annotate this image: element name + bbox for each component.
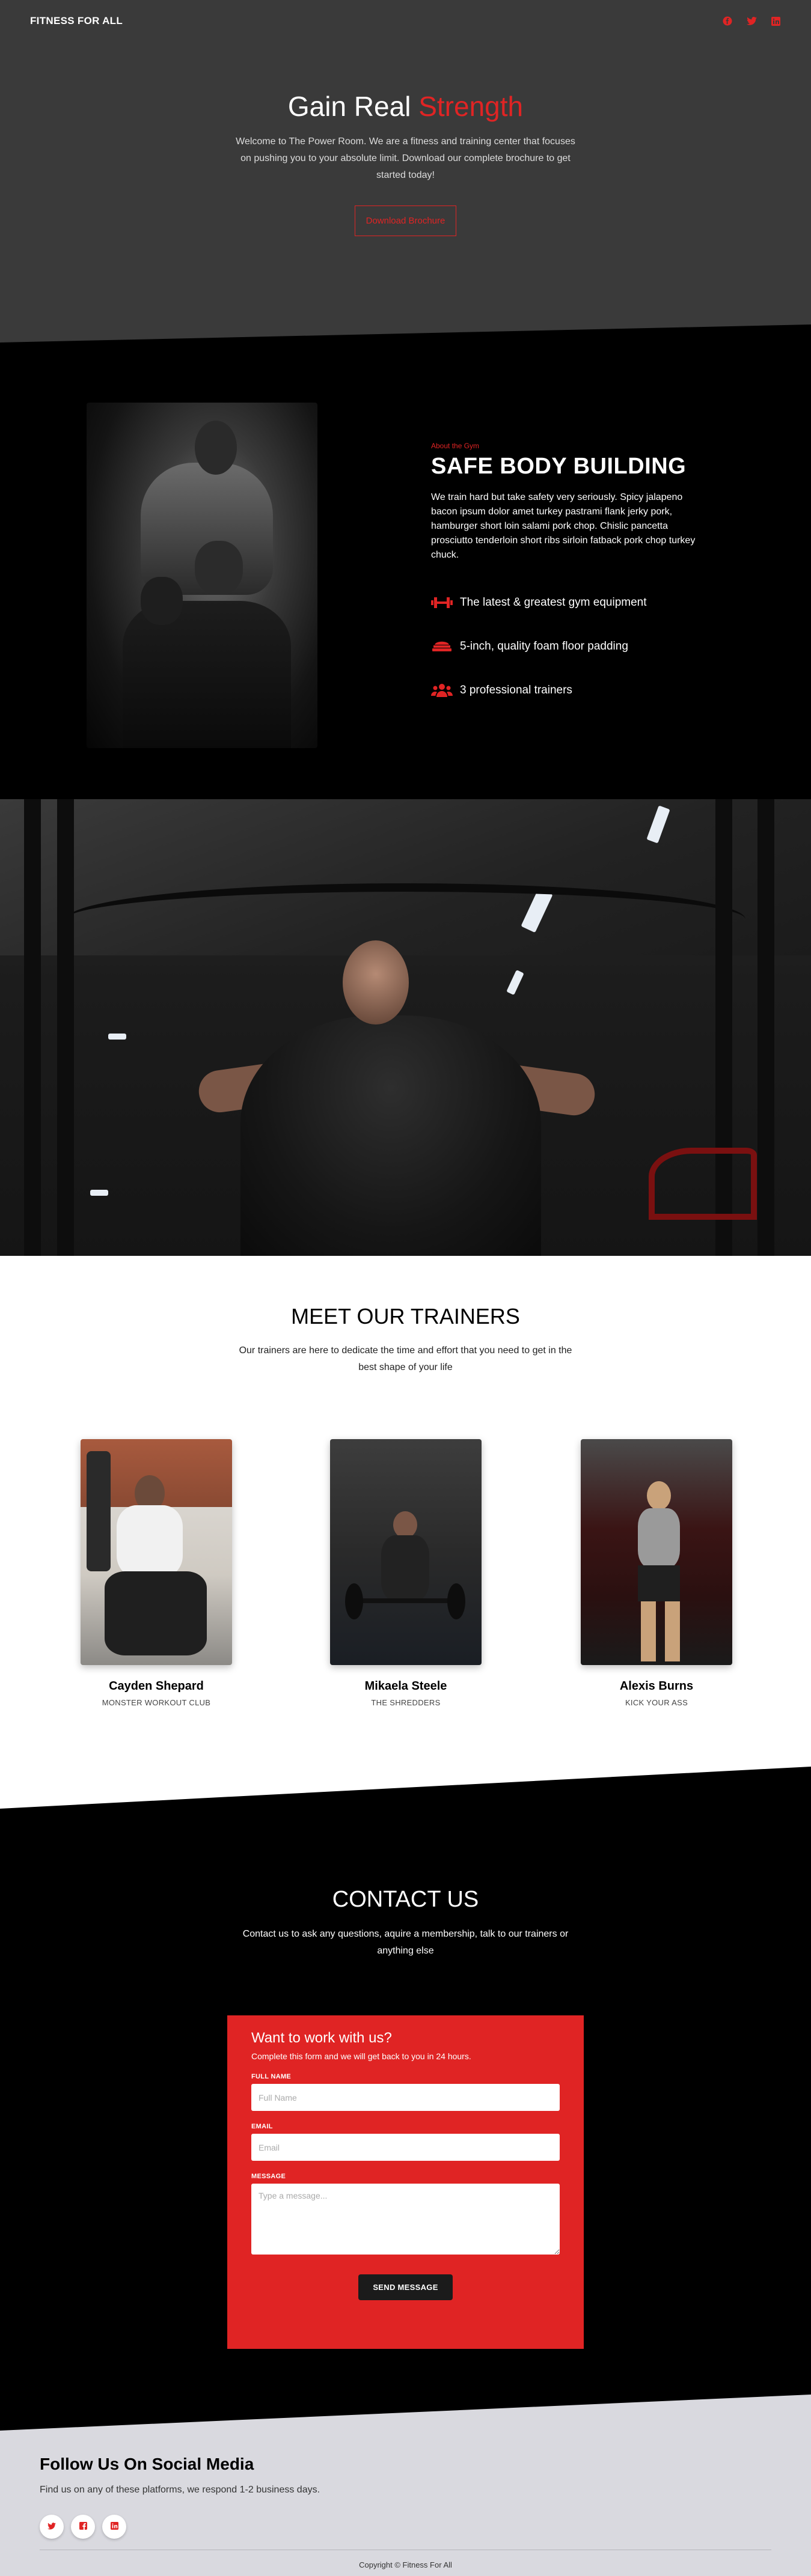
trainer-name: Mikaela Steele (364, 1679, 447, 1693)
trainer-name: Alexis Burns (619, 1679, 694, 1693)
hero-title: Gain Real Strength (0, 90, 811, 123)
trainer-photo (81, 1439, 232, 1665)
full-name-label: FULL NAME (251, 2073, 292, 2080)
boxer-photo (87, 403, 317, 748)
linkedin-icon (110, 2522, 118, 2532)
trainer-card[interactable]: Cayden Shepard MONSTER WORKOUT CLUB (81, 1439, 232, 1707)
hero-title-accent: Strength (418, 91, 524, 122)
email-input[interactable] (251, 2134, 560, 2161)
trainer-team: MONSTER WORKOUT CLUB (102, 1698, 211, 1707)
contact-section: CONTACT US Contact us to ask any questio… (0, 1827, 811, 2431)
form-subtitle: Complete this form and we will get back … (251, 2051, 471, 2061)
footer-twitter-button[interactable] (40, 2515, 64, 2539)
trainer-team: THE SHREDDERS (371, 1698, 441, 1707)
feature-item: 3 professional trainers (431, 668, 702, 712)
trainers-section: MEET OUR TRAINERS Our trainers are here … (0, 1256, 811, 1827)
users-icon (431, 683, 453, 698)
download-brochure-button[interactable]: Download Brochure (354, 206, 457, 236)
about-eyebrow: About the Gym (431, 442, 480, 450)
footer-linkedin-button[interactable] (102, 2515, 126, 2539)
hero-section: FITNESS FOR ALL Gain Real Strength Welco… (0, 0, 811, 361)
footer-facebook-button[interactable] (71, 2515, 95, 2539)
contact-slant-divider (0, 2395, 811, 2431)
form-title: Want to work with us? (251, 2030, 392, 2046)
facebook-icon[interactable] (722, 16, 733, 26)
copyright-text: Copyright © Fitness For All (359, 2560, 452, 2569)
brand-logo[interactable]: FITNESS FOR ALL (30, 15, 123, 27)
dumbbell-icon (431, 595, 453, 611)
feature-label: 5-inch, quality foam floor padding (460, 639, 628, 653)
trainer-card[interactable]: Alexis Burns KICK YOUR ASS (581, 1439, 732, 1707)
feature-item: The latest & greatest gym equipment (431, 580, 702, 624)
about-title: SAFE BODY BUILDING (431, 454, 687, 479)
footer-title: Follow Us On Social Media (40, 2455, 254, 2473)
feature-item: 5-inch, quality foam floor padding (431, 624, 702, 668)
footer: Follow Us On Social Media Find us on any… (0, 2431, 811, 2576)
email-label: EMAIL (251, 2123, 273, 2130)
twitter-icon[interactable] (746, 16, 757, 26)
trainers-slant-divider (0, 1767, 811, 1827)
about-description: We train hard but take safety very serio… (431, 492, 696, 560)
feature-label: 3 professional trainers (460, 683, 572, 696)
nav-social-icons (722, 16, 781, 26)
contact-title: CONTACT US (332, 1887, 479, 1912)
trainers-title: MEET OUR TRAINERS (291, 1304, 520, 1329)
trainer-team: KICK YOUR ASS (625, 1698, 688, 1707)
hero-title-main: Gain Real (287, 91, 411, 122)
hero-description: Welcome to The Power Room. We are a fitn… (236, 136, 575, 180)
trainer-photo (330, 1439, 482, 1665)
message-label: MESSAGE (251, 2173, 286, 2180)
twitter-icon (47, 2522, 56, 2532)
contact-subtitle: Contact us to ask any questions, aquire … (242, 1929, 569, 1956)
footer-social-links (40, 2515, 126, 2539)
about-text-block: About the Gym SAFE BODY BUILDING We trai… (431, 442, 702, 712)
trainer-photo (581, 1439, 732, 1665)
trainer-name: Cayden Shepard (109, 1679, 204, 1693)
feature-label: The latest & greatest gym equipment (460, 595, 647, 609)
linkedin-icon[interactable] (770, 16, 781, 26)
contact-form: Want to work with us? Complete this form… (227, 2015, 584, 2349)
gym-banner-photo (0, 799, 811, 1256)
footer-subtitle: Find us on any of these platforms, we re… (40, 2485, 320, 2495)
trainers-subtitle: Our trainers are here to dedicate the ti… (239, 1345, 572, 1372)
full-name-input[interactable] (251, 2084, 560, 2111)
about-section: About the Gym SAFE BODY BUILDING We trai… (0, 361, 811, 799)
facebook-icon (79, 2522, 87, 2532)
hero-content: Gain Real Strength Welcome to The Power … (0, 90, 811, 236)
top-nav: FITNESS FOR ALL (0, 0, 811, 42)
mat-icon (431, 639, 453, 654)
message-textarea[interactable] (251, 2184, 560, 2255)
trainer-card[interactable]: Mikaela Steele THE SHREDDERS (330, 1439, 482, 1707)
send-message-button[interactable]: SEND MESSAGE (358, 2274, 453, 2300)
